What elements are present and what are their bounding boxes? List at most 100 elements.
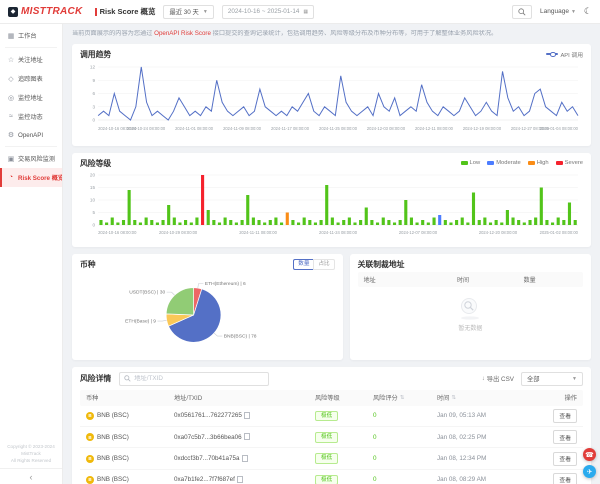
empty-illustration-icon (455, 295, 485, 321)
coin-name: BNB (BSC) (97, 455, 129, 462)
legend-label: Low (470, 160, 481, 166)
svg-text:2024-12-20 08:00:00: 2024-12-20 08:00:00 (479, 230, 518, 235)
customer-service-button[interactable]: ☎ (583, 448, 596, 461)
sidebar-item-tx-risk-monitor[interactable]: ▣交易风险监测 (0, 149, 62, 168)
line-series-icon (546, 53, 558, 55)
svg-text:2024-12-07 08:00:00: 2024-12-07 08:00:00 (399, 230, 438, 235)
address-link[interactable]: 0x0561761...762277265 (174, 412, 242, 419)
risk-level-cell: 极低 (315, 453, 373, 464)
view-button[interactable]: 查看 (553, 409, 577, 423)
coin-cell: BBNB (BSC) (86, 412, 174, 420)
svg-text:2024-12-11 08:00:00: 2024-12-11 08:00:00 (415, 126, 454, 131)
svg-text:10: 10 (90, 197, 96, 202)
copy-icon[interactable] (239, 477, 243, 482)
sidebar-item-monitor-activity[interactable]: ≈监控动态 (0, 107, 62, 126)
mode-count-button[interactable]: 数量 (293, 259, 313, 270)
sidebar-item-workbench[interactable]: ▦工作台 (0, 26, 62, 45)
risk-level-badge: 极低 (315, 432, 338, 443)
sidebar-item-label: OpenAPI (18, 132, 43, 139)
panel-title: 币种 (80, 259, 96, 270)
address-link[interactable]: 0xa07c5b7...3b66bea06 (174, 434, 242, 441)
coin-icon: B (86, 476, 94, 484)
language-select[interactable]: Language ▼ (540, 8, 576, 15)
legend-label: High (537, 160, 549, 166)
column-header: 操作 (531, 393, 577, 402)
chevron-left-icon: ‹ (30, 472, 33, 482)
coin-icon: B (86, 455, 94, 463)
sidebar-items: ▦工作台☆关注地址◇追踪图表◎监控地址≈监控动态⚙OpenAPI▣交易风险监测◔… (0, 24, 62, 441)
svg-text:2024-11-24 08:00:00: 2024-11-24 08:00:00 (319, 230, 358, 235)
panel-title: 关联制裁地址 (358, 259, 405, 270)
telegram-button[interactable]: ✈ (583, 465, 596, 478)
empty-state: 暂无数据 (358, 287, 583, 336)
view-button[interactable]: 查看 (553, 452, 577, 466)
svg-text:ETH(Ethereum) | 6: ETH(Ethereum) | 6 (205, 281, 246, 287)
sort-icon[interactable]: ⇅ (400, 395, 405, 401)
mode-ratio-button[interactable]: 占比 (313, 259, 334, 270)
address-link[interactable]: 0xa7b1fe2...7f7f687ef (174, 476, 235, 483)
sidebar-item-openapi[interactable]: ⚙OpenAPI (0, 126, 62, 144)
svg-text:2025-01-04 08:00:00: 2025-01-04 08:00:00 (540, 126, 579, 131)
table-row: BBNB (BSC)0x0561761...762277265极低0Jan 09… (80, 406, 583, 427)
column-header: 地址/TXID (174, 393, 315, 402)
view-button[interactable]: 查看 (553, 430, 577, 444)
coin-icon: B (86, 412, 94, 420)
floating-buttons: ☎ ✈ (583, 448, 596, 478)
sidebar-item-monitor-address[interactable]: ◎监控地址 (0, 88, 62, 107)
notice-highlight: OpenAPI Risk Score (154, 30, 211, 37)
svg-text:12: 12 (90, 64, 96, 69)
dark-mode-toggle[interactable]: ☾ (584, 7, 592, 16)
view-button[interactable]: 查看 (553, 473, 577, 484)
copyright: Copyright © 2023-2024 MistTrack All Righ… (0, 441, 62, 468)
star-icon: ☆ (7, 56, 15, 64)
legend-item-api[interactable]: API 调用 (546, 50, 583, 59)
filter-select[interactable]: 全部 ▼ (521, 372, 583, 386)
sidebar-divider (5, 146, 57, 147)
address-link[interactable]: 0xdccf3b7...70b41a75a (174, 455, 239, 462)
sidebar-collapse-button[interactable]: ‹ (0, 468, 62, 484)
date-range-picker[interactable]: 2024-10-16 ~ 2025-01-14 ▦ (222, 5, 314, 19)
address-cell: 0x0561761...762277265 (174, 412, 315, 419)
timestamp: Jan 08, 02:25 PM (437, 434, 531, 441)
svg-text:9: 9 (93, 78, 96, 83)
main-content: 当前页面展示的内容为您通过 OpenAPI Risk Score 接口提交的查询… (63, 24, 600, 484)
column-header[interactable]: 风险评分⇅ (373, 393, 437, 402)
svg-text:3: 3 (93, 104, 96, 109)
svg-text:20: 20 (90, 172, 96, 177)
action-cell: 查看 (531, 430, 577, 444)
copy-icon[interactable] (246, 435, 250, 440)
sidebar-item-risk-score-overview[interactable]: ◔Risk Score 概览 (0, 168, 62, 187)
legend-item-moderate[interactable]: Moderate (487, 160, 521, 166)
timestamp: Jan 08, 12:34 PM (437, 455, 531, 462)
svg-text:0: 0 (93, 117, 96, 122)
svg-text:2024-11-09 08:00:00: 2024-11-09 08:00:00 (223, 126, 262, 131)
svg-text:USDT(BSC) | 30: USDT(BSC) | 30 (129, 290, 165, 296)
copy-icon[interactable] (246, 413, 250, 418)
coin-name: BNB (BSC) (97, 412, 129, 419)
timestamp: Jan 08, 08:29 AM (437, 476, 531, 483)
export-csv-button[interactable]: ↓ 导出 CSV (482, 374, 514, 383)
legend-item-severe[interactable]: Severe (556, 160, 583, 166)
column-header[interactable]: 时间⇅ (437, 393, 531, 402)
trend-chart: 0369122024-10-16 08:00:002024-10-24 08:0… (80, 62, 583, 142)
page-title: Risk Score 概览 (95, 6, 156, 17)
time-range-select[interactable]: 最近 30 天 ▼ (163, 5, 213, 19)
risk-level-cell: 极低 (315, 411, 373, 422)
sidebar-item-tracking-graph[interactable]: ◇追踪图表 (0, 69, 62, 88)
sidebar: ▦工作台☆关注地址◇追踪图表◎监控地址≈监控动态⚙OpenAPI▣交易风险监测◔… (0, 24, 63, 484)
coin-cell: BBNB (BSC) (86, 476, 174, 484)
sort-icon[interactable]: ⇅ (451, 395, 456, 401)
copy-icon[interactable] (243, 456, 247, 461)
shield-icon: ▣ (7, 155, 15, 163)
legend-swatch-icon (528, 161, 535, 165)
legend-item-low[interactable]: Low (461, 160, 481, 166)
address-search-input[interactable] (134, 375, 264, 382)
brand-logo[interactable]: ◆ MISTTRACK (8, 6, 83, 17)
gear-icon: ⚙ (7, 131, 15, 139)
svg-text:2024-10-16 08:00:00: 2024-10-16 08:00:00 (98, 230, 137, 235)
sidebar-item-label: 关注地址 (18, 55, 43, 64)
legend-item-high[interactable]: High (528, 160, 549, 166)
sidebar-item-watch-address[interactable]: ☆关注地址 (0, 50, 62, 69)
global-search-button[interactable] (512, 5, 532, 19)
sidebar-item-label: Risk Score 概览 (18, 173, 62, 182)
